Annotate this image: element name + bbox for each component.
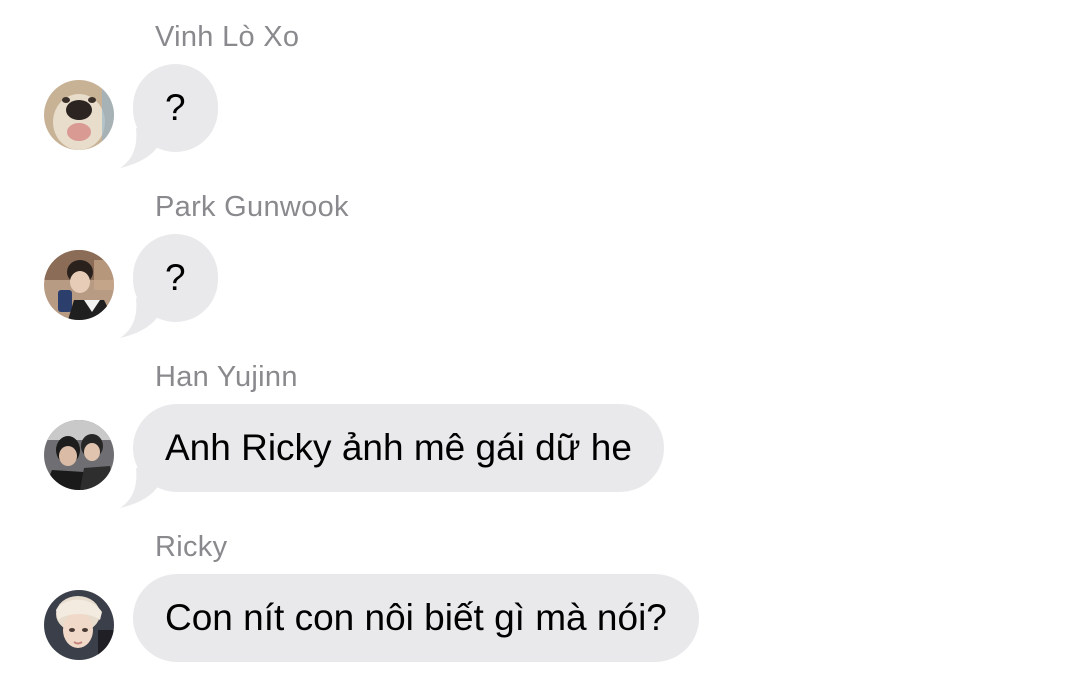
message-text: Con nít con nôi biết gì mà nói? bbox=[165, 597, 667, 638]
dog-avatar-icon[interactable] bbox=[44, 80, 114, 150]
message-bubble[interactable]: ? bbox=[133, 64, 218, 152]
message-text: Anh Ricky ảnh mê gái dữ he bbox=[165, 427, 632, 468]
person-selfie-avatar-icon[interactable] bbox=[44, 250, 114, 320]
message-bubble[interactable]: Anh Ricky ảnh mê gái dữ he bbox=[133, 404, 664, 492]
message-bubble[interactable]: Con nít con nôi biết gì mà nói? bbox=[133, 574, 699, 662]
message-text: ? bbox=[165, 87, 186, 128]
message-group: Park Gunwook ? bbox=[0, 190, 1080, 340]
two-people-avatar-icon[interactable] bbox=[44, 420, 114, 490]
blonde-person-avatar-icon[interactable] bbox=[44, 590, 114, 660]
sender-name: Vinh Lò Xo bbox=[155, 21, 300, 53]
message-group: Han Yujinn Anh Ricky ảnh mê gái dữ he bbox=[0, 360, 1080, 510]
message-text: ? bbox=[165, 257, 186, 298]
message-group: Vinh Lò Xo ? bbox=[0, 20, 1080, 170]
message-bubble[interactable]: ? bbox=[133, 234, 218, 322]
sender-name: Han Yujinn bbox=[155, 361, 298, 393]
chat-thread: Vinh Lò Xo ? Park Gunwook ? Han Yujinn A… bbox=[0, 0, 1080, 690]
sender-name: Ricky bbox=[155, 531, 228, 563]
sender-name: Park Gunwook bbox=[155, 191, 349, 223]
message-group: Ricky Con nít con nôi biết gì mà nói? bbox=[0, 530, 1080, 680]
